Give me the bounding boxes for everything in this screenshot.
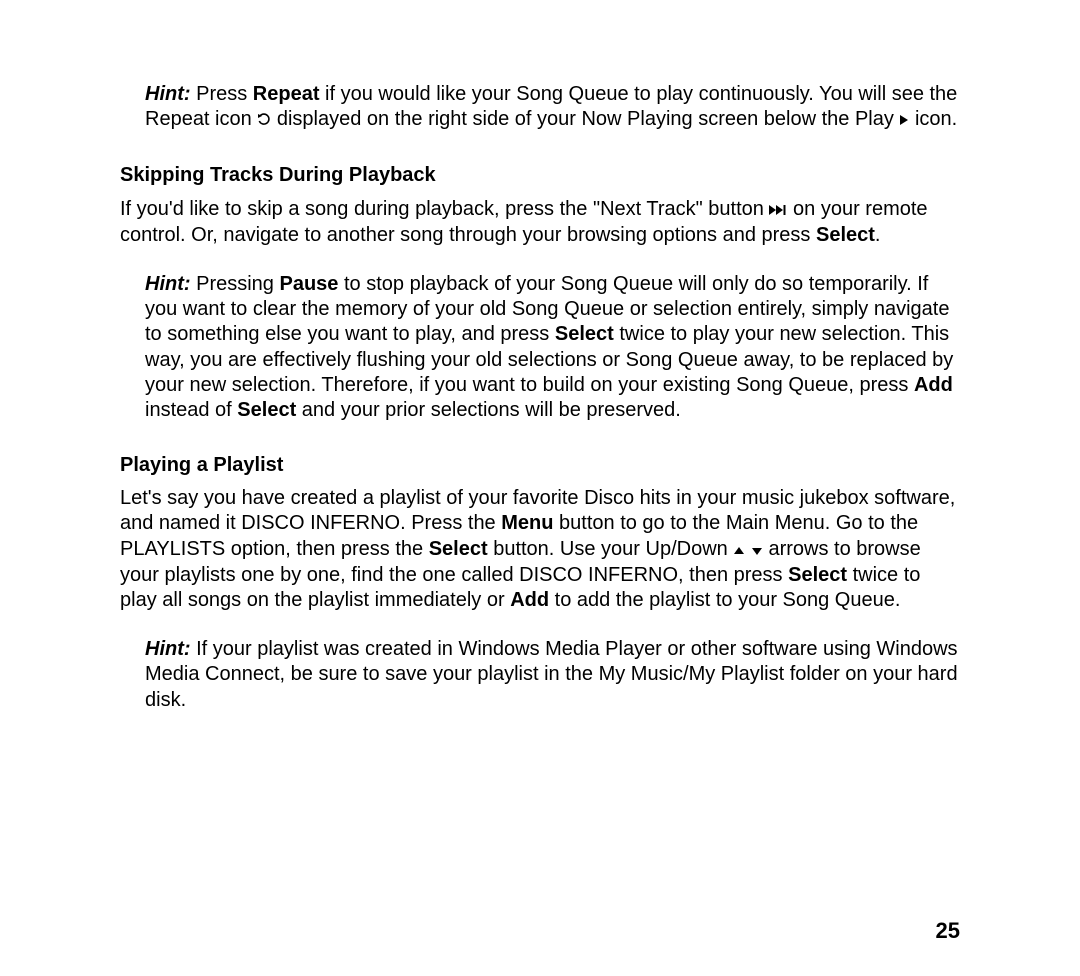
hint-text: and your prior selections will be preser… (296, 399, 681, 421)
hint-text: Press (191, 83, 253, 105)
hint-label: Hint: (145, 638, 191, 660)
paragraph-playing: Let's say you have created a playlist of… (120, 486, 960, 613)
select-word: Select (816, 224, 875, 246)
body-text: to add the playlist to your Song Queue. (549, 589, 900, 611)
hint-text: Pressing (191, 273, 280, 295)
hint-text: instead of (145, 399, 237, 421)
hint-label: Hint: (145, 83, 191, 105)
play-icon (899, 108, 909, 133)
hint-text: icon. (909, 108, 957, 130)
body-text: . (875, 224, 881, 246)
select-word: Select (237, 399, 296, 421)
select-word: Select (555, 323, 614, 345)
hint-playlist-folder: Hint: If your playlist was created in Wi… (120, 637, 960, 713)
down-arrow-icon (751, 538, 763, 563)
body-text: If you'd like to skip a song during play… (120, 198, 769, 220)
add-word: Add (510, 589, 549, 611)
hint-pause: Hint: Pressing Pause to stop playback of… (120, 272, 960, 423)
repeat-icon (257, 108, 271, 133)
next-track-icon (769, 198, 787, 223)
hint-text: displayed on the right side of your Now … (271, 108, 899, 130)
hint-repeat: Hint: Press Repeat if you would like you… (120, 82, 960, 133)
repeat-word: Repeat (253, 83, 320, 105)
body-text: button. Use your Up/Down (488, 538, 734, 560)
up-arrow-icon (733, 538, 745, 563)
hint-label: Hint: (145, 273, 191, 295)
pause-word: Pause (279, 273, 338, 295)
heading-skipping-tracks: Skipping Tracks During Playback (120, 163, 960, 188)
select-word: Select (788, 564, 847, 586)
manual-page: Hint: Press Repeat if you would like you… (0, 0, 1080, 713)
page-number: 25 (936, 918, 960, 944)
paragraph-skipping: If you'd like to skip a song during play… (120, 197, 960, 248)
select-word: Select (429, 538, 488, 560)
heading-playing-playlist: Playing a Playlist (120, 453, 960, 478)
add-word: Add (914, 374, 953, 396)
menu-word: Menu (501, 512, 553, 534)
hint-text: If your playlist was created in Windows … (145, 638, 958, 710)
